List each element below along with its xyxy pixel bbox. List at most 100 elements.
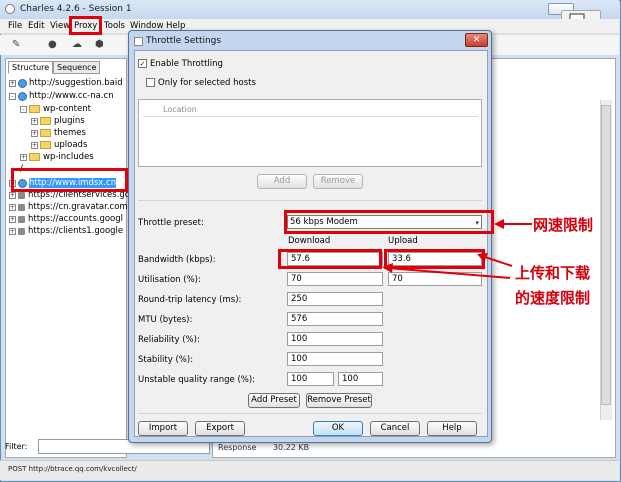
globe-icon: [18, 91, 27, 101]
lock-icon: [18, 215, 25, 223]
response-row: Response 30.22 KB: [218, 443, 309, 452]
filter-label: Filter:: [5, 442, 28, 451]
tab-sequence[interactable]: Sequence: [53, 61, 101, 74]
menu-view[interactable]: View: [50, 21, 70, 31]
status-text: POST http://btrace.qq.com/kvcollect/: [8, 465, 137, 473]
expand-icon[interactable]: +: [9, 215, 16, 223]
add-location-button[interactable]: Add: [257, 174, 307, 189]
only-selected-hosts-label: Only for selected hosts: [158, 78, 256, 88]
tab-structure[interactable]: Structure: [8, 61, 54, 74]
tree-item[interactable]: + uploads: [31, 139, 87, 151]
tree-item-label: https://clients1.google: [28, 226, 124, 236]
record-icon[interactable]: ●: [48, 39, 57, 50]
tree-item[interactable]: + plugins: [31, 115, 85, 127]
only-selected-hosts-checkbox[interactable]: [146, 78, 155, 87]
expand-icon[interactable]: +: [31, 141, 38, 149]
tree-item[interactable]: + https://accounts.googl: [9, 213, 123, 225]
reliability-label: Reliability (%):: [138, 335, 200, 345]
tree-item[interactable]: + https://clients1.google: [9, 225, 123, 237]
download-header: Download: [288, 236, 331, 246]
tree-item-label: wp-includes: [43, 152, 94, 162]
ok-button[interactable]: OK: [313, 421, 363, 436]
download-arrow: [481, 255, 513, 267]
mtu-field[interactable]: 576: [287, 312, 383, 326]
expand-icon[interactable]: +: [9, 227, 16, 235]
tree-item[interactable]: + themes: [31, 127, 86, 139]
tree-item[interactable]: - http://www.cc-na.cn: [9, 90, 114, 102]
dialog-title: Throttle Settings: [146, 36, 222, 46]
tree-item[interactable]: + wp-includes: [20, 151, 94, 163]
stability-label: Stability (%):: [138, 355, 194, 365]
tree-item-label: http://www.cc-na.cn: [29, 91, 114, 101]
tree-item-label: uploads: [54, 140, 88, 150]
expand-icon[interactable]: +: [9, 79, 16, 87]
tree-item[interactable]: + http://suggestion.baid: [9, 77, 123, 89]
remove-preset-button[interactable]: Remove Preset: [306, 393, 372, 408]
add-preset-button[interactable]: Add Preset: [248, 393, 300, 408]
import-button[interactable]: Import: [138, 421, 188, 436]
tree-item-label: http://suggestion.baid: [29, 78, 123, 88]
folder-icon: [29, 105, 40, 113]
lock-icon: [18, 203, 25, 211]
globe-icon: [18, 78, 27, 88]
lock-icon: [18, 191, 25, 199]
menu-edit[interactable]: Edit: [28, 21, 44, 31]
scrollbar-thumb[interactable]: [601, 105, 611, 405]
bandwidth-label: Bandwidth (kbps):: [138, 255, 216, 265]
help-button[interactable]: Help: [427, 421, 477, 436]
dialog-app-icon: [134, 37, 143, 46]
expand-icon[interactable]: +: [20, 153, 27, 161]
speed-limit-arrowhead: [494, 219, 504, 229]
folder-icon: [40, 141, 51, 149]
lock-icon: [18, 227, 25, 235]
separator: [138, 413, 482, 414]
enable-throttling-label: Enable Throttling: [150, 59, 223, 69]
throttle-icon[interactable]: ☁: [72, 39, 82, 50]
annotation-arrows: [382, 219, 532, 279]
throttle-preset-label: Throttle preset:: [138, 218, 204, 228]
enable-throttling-checkbox[interactable]: ✓: [138, 59, 147, 68]
expand-icon[interactable]: +: [9, 191, 16, 199]
reliability-field[interactable]: 100: [287, 332, 383, 346]
pen-icon[interactable]: ✎: [12, 39, 20, 50]
mtu-label: MTU (bytes):: [138, 315, 193, 325]
stability-field[interactable]: 100: [287, 352, 383, 366]
unstable-range-max-field[interactable]: 100: [338, 372, 383, 386]
folder-icon: [40, 129, 51, 137]
expand-icon[interactable]: +: [9, 203, 16, 211]
expand-icon[interactable]: +: [31, 117, 38, 125]
collapse-icon[interactable]: -: [20, 105, 27, 113]
breakpoint-icon[interactable]: ⬢: [95, 39, 104, 50]
latency-label: Round-trip latency (ms):: [138, 295, 242, 305]
window-title: Charles 4.2.6 - Session 1: [20, 4, 132, 14]
tree-item-label: plugins: [54, 116, 85, 126]
response-size: 30.22 KB: [272, 443, 310, 452]
upload-arrow: [387, 267, 511, 279]
cancel-button[interactable]: Cancel: [370, 421, 420, 436]
menu-file[interactable]: File: [8, 21, 22, 31]
proxy-menu-highlight: [69, 16, 102, 35]
up-down-annotation-line1: 上传和下载: [515, 264, 591, 282]
response-label: Response: [218, 443, 257, 452]
folder-icon: [29, 153, 40, 161]
speed-limit-annotation: 网速限制: [533, 216, 594, 234]
location-column-header: Location: [163, 105, 197, 114]
dialog-close-button[interactable]: ✕: [465, 33, 488, 47]
unstable-range-label: Unstable quality range (%):: [138, 375, 256, 385]
utilisation-label: Utilisation (%):: [138, 275, 201, 285]
tree-item[interactable]: - wp-content: [20, 103, 91, 115]
tree-item-label: https://cn.gravatar.com: [28, 202, 128, 212]
collapse-icon[interactable]: -: [9, 92, 16, 100]
tree-item-label: https://accounts.googl: [28, 214, 124, 224]
export-button[interactable]: Export: [195, 421, 245, 436]
tree-item[interactable]: + https://cn.gravatar.com: [9, 201, 128, 213]
tree-item-label: wp-content: [43, 104, 91, 114]
menu-tools[interactable]: Tools: [104, 21, 125, 31]
unstable-range-min-field[interactable]: 100: [287, 372, 334, 386]
tree-item-label: themes: [54, 128, 86, 138]
expand-icon[interactable]: +: [31, 129, 38, 137]
folder-icon: [40, 117, 51, 125]
charles-app-icon: [5, 4, 15, 14]
remove-location-button[interactable]: Remove: [313, 174, 363, 189]
separator: [138, 200, 482, 201]
